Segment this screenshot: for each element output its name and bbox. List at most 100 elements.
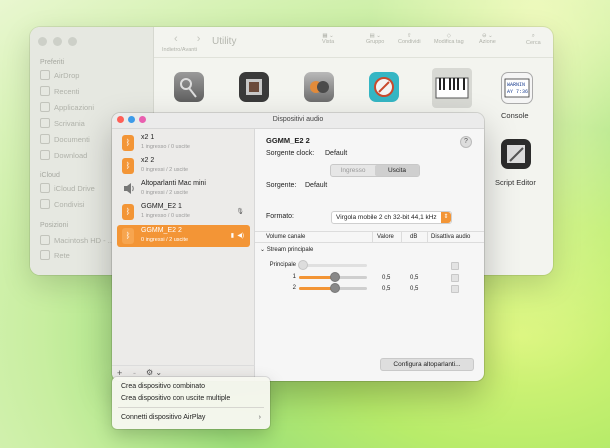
channel-label-main: Principale	[269, 262, 296, 268]
document-icon	[40, 134, 50, 144]
bluetooth-icon: ᛒ	[122, 228, 134, 244]
sidebar-item-downloads[interactable]: Download	[40, 150, 87, 160]
finder-toolbar: ‹ › Indietro/Avanti Utility ▦ ⌄ Vista ▤ ⌄…	[154, 27, 553, 58]
channel-label-2: 2	[292, 285, 296, 291]
bluetooth-icon: ᛒ	[122, 204, 134, 220]
bootcamp-icon[interactable]	[239, 72, 269, 102]
device-mac-mini-speakers[interactable]: Altoparlanti Mac mini 0 ingressi / 2 usc…	[117, 178, 250, 200]
sidebar-item-icloud-drive[interactable]: iCloud Drive	[40, 183, 95, 193]
bluetooth-icon: ᛒ	[122, 158, 134, 174]
channel-1-value: 0,5	[382, 275, 391, 281]
menu-connect-airplay-device[interactable]: Connetti dispositivo AirPlay	[121, 414, 205, 421]
device-io: 0 ingressi / 2 uscite	[141, 190, 189, 196]
audio-devices-window: Dispositivi audio ᛒ x2 1 1 ingresso / 0 …	[112, 113, 484, 381]
col-value: Valore	[377, 234, 394, 240]
channel-table-header: Volume canale Valore dB Disattiva audio	[255, 231, 484, 243]
menu-create-aggregate-device[interactable]: Crea dispositivo combinato	[121, 383, 205, 390]
help-button[interactable]: ?	[460, 136, 472, 148]
globe-icon	[40, 250, 50, 260]
sidebar-item-macintosh-hd[interactable]: Macintosh HD - ...	[40, 235, 114, 245]
sidebar-item-desktop[interactable]: Scrivania	[40, 118, 85, 128]
output-default-icon: ▮	[230, 233, 234, 239]
channel-2-value: 0,5	[382, 286, 391, 292]
minimize-button[interactable]	[53, 37, 62, 46]
device-name: Altoparlanti Mac mini	[141, 180, 206, 187]
applications-icon	[40, 102, 50, 112]
network-utility-icon[interactable]	[369, 72, 399, 102]
sidebar-item-recents[interactable]: Recenti	[40, 86, 79, 96]
mute-checkbox-1[interactable]	[451, 274, 459, 282]
source-label: Sorgente:	[266, 182, 297, 189]
device-io: 1 ingresso / 0 uscite	[141, 213, 190, 219]
console-icon[interactable]: WARNIN AY 7:36	[501, 72, 533, 104]
action-button[interactable]: ⊖ ⌄ Azione	[479, 33, 496, 45]
gear-popup-menu: Crea dispositivo combinato Crea disposit…	[112, 377, 270, 429]
nav-label: Indietro/Avanti	[162, 47, 198, 53]
chevron-updown-icon: ⇕	[441, 212, 451, 223]
finder-traffic-lights	[38, 37, 77, 46]
mute-checkbox-2[interactable]	[451, 285, 459, 293]
tab-output[interactable]: Uscita	[375, 165, 419, 176]
view-button[interactable]: ▦ ⌄ Vista	[322, 33, 334, 45]
gear-menu-button[interactable]: ⚙ ⌄	[146, 368, 162, 377]
channel-1-knob[interactable]	[331, 273, 339, 281]
tab-input[interactable]: Ingresso	[331, 165, 375, 176]
script-editor-icon[interactable]	[501, 139, 531, 169]
airdrop-icon	[40, 70, 50, 80]
chevron-right-icon: ›	[258, 414, 261, 421]
edit-tags-button[interactable]: ◇ Modifica tag	[434, 33, 464, 45]
back-forward-buttons[interactable]: ‹ ›	[174, 33, 208, 45]
svg-text:AY 7:36: AY 7:36	[507, 89, 528, 95]
shared-folder-icon	[40, 199, 50, 209]
clock-source-value[interactable]: Default	[325, 150, 347, 157]
device-name: x2 1	[141, 134, 155, 141]
device-io: 0 ingressi / 2 uscite	[141, 167, 189, 173]
channel-2-fill	[299, 287, 333, 290]
close-button[interactable]	[38, 37, 47, 46]
keychain-icon[interactable]	[174, 72, 204, 102]
window-title: Utility	[212, 36, 237, 47]
format-select[interactable]: Virgola mobile 2 ch 32-bit 44,1 kHz ⇕	[331, 211, 452, 224]
audio-titlebar: Dispositivi audio	[112, 113, 484, 129]
speaker-icon: ◀)	[237, 233, 244, 239]
cloud-icon	[40, 183, 50, 193]
input-output-tabs: Ingresso Uscita	[330, 164, 420, 177]
device-name: GGMM_E2 1	[141, 203, 182, 210]
stream-header[interactable]: ⌄ Stream principale	[260, 246, 313, 253]
channel-1-db: 0,5	[410, 275, 419, 281]
search-button[interactable]: ⌕ Cerca	[526, 33, 541, 46]
format-value: Virgola mobile 2 ch 32-bit 44,1 kHz	[336, 214, 437, 221]
audio-window-title: Dispositivi audio	[272, 116, 324, 123]
channel-2-db: 0,5	[410, 286, 419, 292]
main-volume-knob	[299, 261, 307, 269]
sidebar-item-applications[interactable]: Applicazioni	[40, 102, 94, 112]
desktop-icon	[40, 118, 50, 128]
download-icon	[40, 150, 50, 160]
sidebar-item-documents[interactable]: Documenti	[40, 134, 90, 144]
menu-create-multi-output-device[interactable]: Crea dispositivo con uscite multiple	[121, 395, 230, 402]
sidebar-section-favorites: Preferiti	[40, 59, 65, 66]
sidebar-item-shared[interactable]: Condivisi	[40, 199, 84, 209]
device-x2-1[interactable]: ᛒ x2 1 1 ingresso / 0 uscite	[117, 132, 250, 154]
zoom-button[interactable]	[68, 37, 77, 46]
device-x2-2[interactable]: ᛒ x2 2 0 ingressi / 2 uscite	[117, 155, 250, 177]
device-title: GGMM_E2 2	[266, 136, 310, 145]
mute-checkbox-main	[451, 262, 459, 270]
clock-source-label: Sorgente clock:	[266, 150, 315, 157]
bluetooth-icon: ᛒ	[122, 135, 134, 151]
device-ggmm-e2-1[interactable]: ᛒ GGMM_E2 1 1 ingresso / 0 uscite 🎙	[117, 201, 250, 223]
col-db: dB	[410, 234, 418, 240]
sidebar-section-locations: Posizioni	[40, 222, 69, 229]
midi-icon[interactable]	[432, 68, 472, 108]
menu-divider	[118, 407, 264, 408]
migration-icon[interactable]	[304, 72, 334, 102]
console-label: Console	[501, 111, 529, 120]
channel-2-knob[interactable]	[331, 284, 339, 292]
group-button[interactable]: ▤ ⌄ Gruppo	[366, 33, 384, 45]
device-ggmm-e2-2[interactable]: ᛒ GGMM_E2 2 0 ingressi / 2 uscite ▮ ◀)	[117, 225, 250, 247]
sidebar-item-network[interactable]: Rete	[40, 250, 70, 260]
share-button[interactable]: ⇧ Condividi	[398, 33, 421, 45]
sidebar-item-airdrop[interactable]: AirDrop	[40, 70, 79, 80]
configure-speakers-button[interactable]: Configura altoparlanti...	[380, 358, 474, 371]
script-editor-label: Script Editor	[495, 178, 536, 187]
